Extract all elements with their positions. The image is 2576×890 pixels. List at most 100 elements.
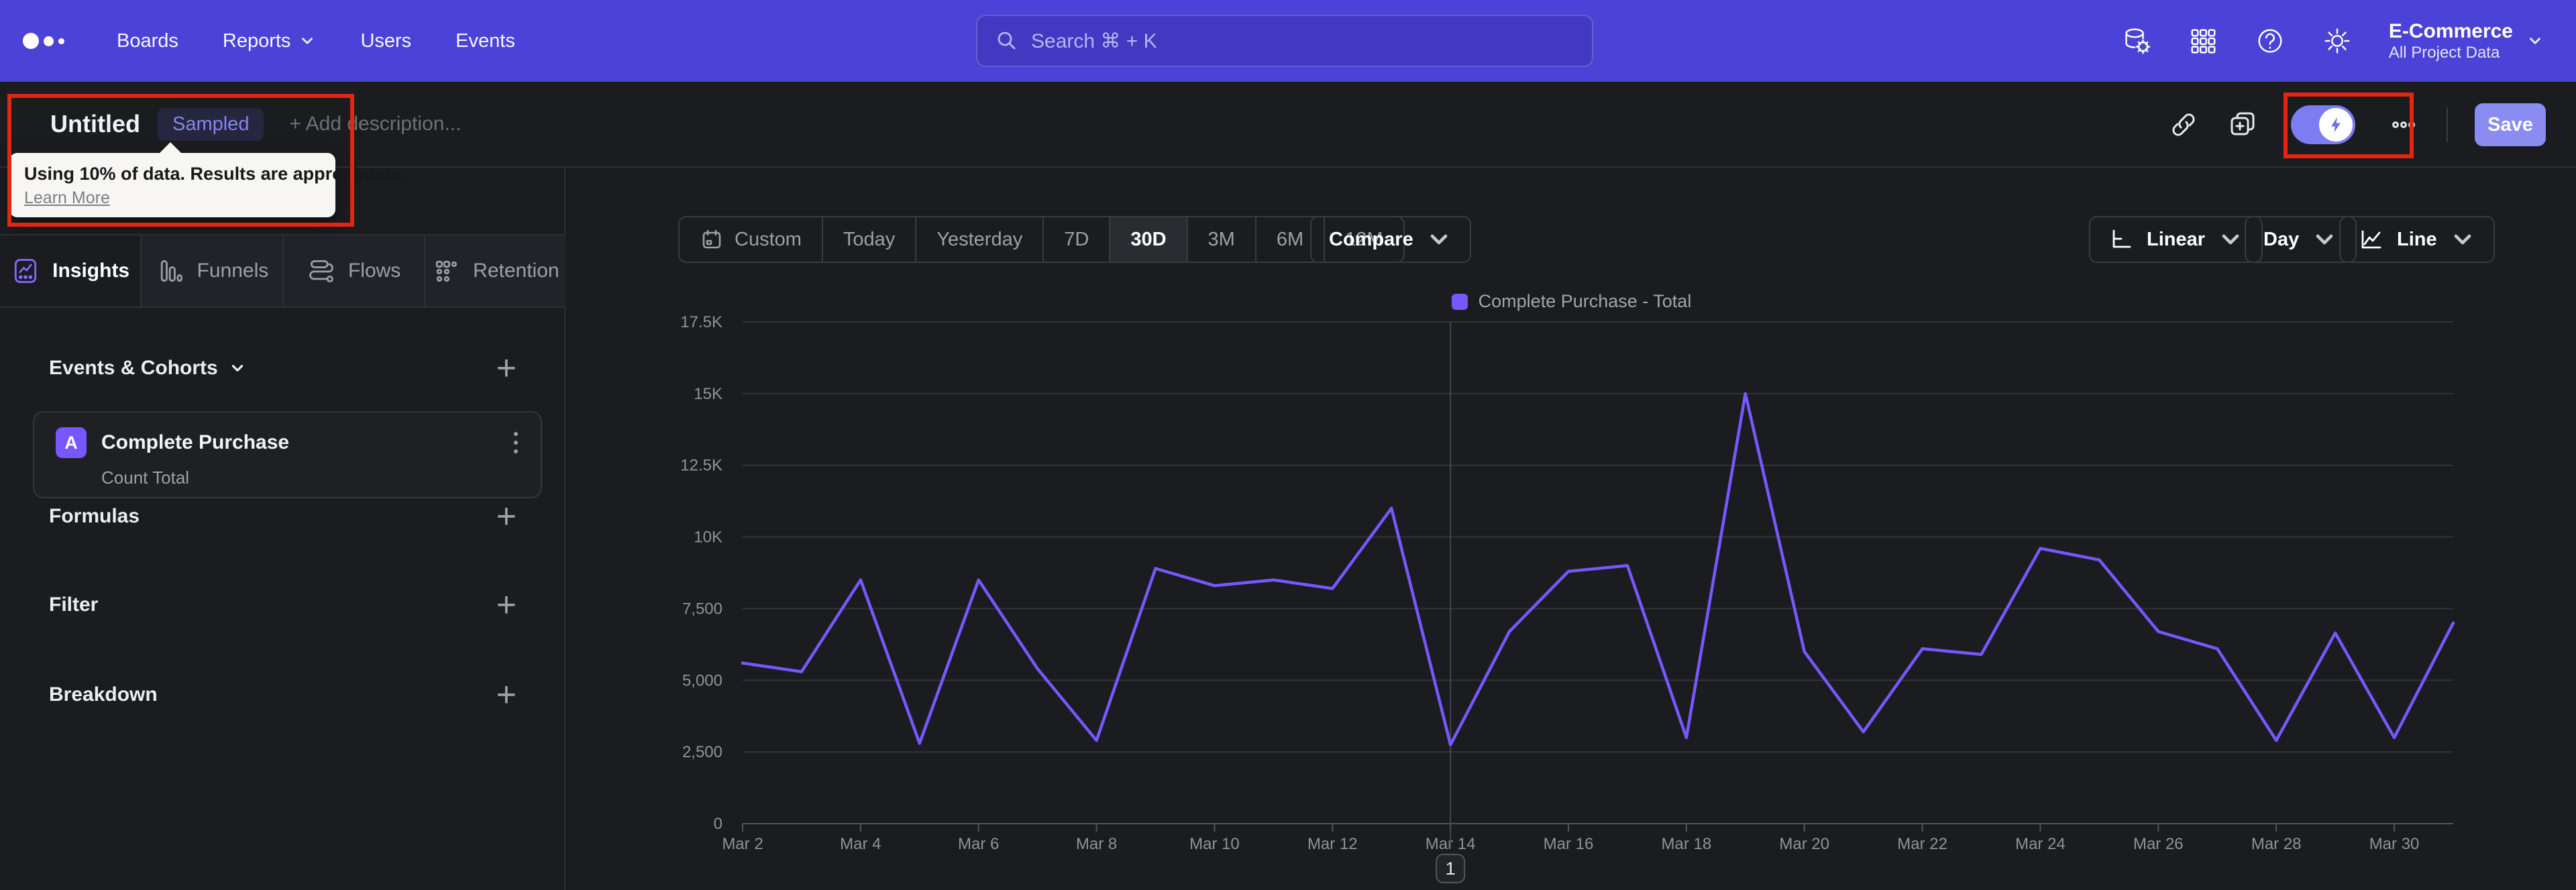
x-axis-label: Mar 16 xyxy=(1544,835,1594,853)
scale-label: Linear xyxy=(2147,228,2206,250)
event-name[interactable]: Complete Purchase xyxy=(101,431,495,454)
calendar-icon xyxy=(702,229,721,249)
tab-funnels[interactable]: Funnels xyxy=(142,235,284,307)
add-to-board-icon[interactable] xyxy=(2226,109,2259,141)
nav-item-events[interactable]: Events xyxy=(455,30,515,52)
sampled-badge[interactable]: Sampled xyxy=(157,107,264,141)
compare-label: Compare xyxy=(1329,228,1413,250)
range-label: Custom xyxy=(735,228,802,250)
sampling-tooltip-text: Using 10% of data. Results are approxima… xyxy=(24,164,406,184)
more-options-icon[interactable] xyxy=(2387,109,2420,141)
chart-type-dropdown[interactable]: Line xyxy=(2339,216,2495,263)
query-sidebar: Insights Funnels Flows Retention Events … xyxy=(0,168,566,890)
learn-more-link[interactable]: Learn More xyxy=(24,188,110,208)
event-letter-badge: A xyxy=(56,427,87,458)
chevron-down-icon xyxy=(2316,234,2333,245)
add-breakdown-button[interactable]: + xyxy=(496,677,517,712)
add-event-button[interactable]: + xyxy=(496,351,517,386)
interval-label: Day xyxy=(2263,228,2300,250)
event-menu-icon[interactable] xyxy=(510,428,522,457)
range-today[interactable]: Today xyxy=(823,217,917,262)
y-axis-label: 5,000 xyxy=(682,671,722,689)
x-axis-label: Mar 12 xyxy=(1307,835,1358,853)
sampling-toggle-knob xyxy=(2319,108,2353,142)
y-axis-label: 0 xyxy=(714,815,722,833)
tab-label: Insights xyxy=(52,260,130,282)
data-management-icon[interactable] xyxy=(2121,25,2151,56)
search-placeholder: Search ⌘ + K xyxy=(1031,30,1157,52)
report-type-tabs: Insights Funnels Flows Retention xyxy=(0,234,566,308)
flows-icon xyxy=(309,260,333,282)
events-cohorts-label[interactable]: Events & Cohorts xyxy=(49,357,218,380)
insights-icon xyxy=(15,259,37,283)
breakdown-label: Breakdown xyxy=(49,683,158,706)
y-axis-label: 15K xyxy=(694,385,722,403)
help-icon[interactable] xyxy=(2255,25,2286,56)
nav-item-label: Boards xyxy=(117,30,178,52)
project-name: E-Commerce xyxy=(2388,19,2513,42)
search-input[interactable]: Search ⌘ + K xyxy=(976,15,1593,67)
range-yesterday[interactable]: Yesterday xyxy=(916,217,1044,262)
range-label: Today xyxy=(843,228,896,250)
line-chart[interactable]: Complete Purchase - Total 0 2,500 5,000 7,5… xyxy=(567,282,2576,890)
nav-item-boards[interactable]: Boards xyxy=(117,30,178,52)
nav-item-users[interactable]: Users xyxy=(360,30,411,52)
app-window: Boards Reports Users Events Search ⌘ + K xyxy=(0,0,2576,890)
x-axis-label: Mar 8 xyxy=(1076,835,1117,853)
x-axis-label: Mar 18 xyxy=(1662,835,1712,853)
chevron-down-icon xyxy=(1430,234,1448,245)
report-title[interactable]: Untitled xyxy=(50,110,140,138)
tab-retention[interactable]: Retention xyxy=(425,235,566,307)
chevron-down-icon xyxy=(2530,38,2540,44)
report-title-bar: Untitled Sampled + Add description... Sa… xyxy=(0,82,2576,168)
x-axis-label: Mar 28 xyxy=(2251,835,2302,853)
save-button[interactable]: Save xyxy=(2475,103,2546,146)
events-cohorts-header: Events & Cohorts + xyxy=(0,351,566,386)
mixpanel-logo-icon[interactable] xyxy=(23,33,64,49)
formulas-label: Formulas xyxy=(49,505,140,527)
search-icon xyxy=(998,32,1016,50)
add-formula-button[interactable]: + xyxy=(496,499,517,534)
copy-link-icon[interactable] xyxy=(2167,109,2200,141)
chevron-down-icon xyxy=(231,365,243,372)
nav-right-group: E-Commerce All Project Data xyxy=(2121,0,2544,82)
y-axis-label: 2,500 xyxy=(682,743,722,761)
event-metric[interactable]: Count Total xyxy=(101,467,522,488)
sampling-tooltip: Using 10% of data. Results are approxima… xyxy=(9,142,406,217)
chart-panel: Custom Today Yesterday 7D 30D 3M 6M 12M … xyxy=(567,168,2576,890)
add-filter-button[interactable]: + xyxy=(496,588,517,622)
add-description[interactable]: + Add description... xyxy=(289,113,461,135)
linear-axis-icon xyxy=(2112,229,2131,248)
chart-plot-area[interactable]: 0 2,500 5,000 7,500 10K 12.5K 15K 17.5K Mar 2 Mar… xyxy=(567,282,2576,890)
project-switcher[interactable]: E-Commerce All Project Data xyxy=(2389,19,2544,63)
nav-item-label: Users xyxy=(360,30,412,52)
series-line[interactable] xyxy=(741,392,2455,746)
sampling-toggle[interactable] xyxy=(2291,105,2355,144)
range-label: 3M xyxy=(1208,228,1235,250)
nav-item-label: Reports xyxy=(222,30,291,52)
chevron-down-icon xyxy=(2222,234,2239,245)
filter-section: Filter + xyxy=(0,588,566,622)
compare-button[interactable]: Compare xyxy=(1310,216,1471,263)
event-card[interactable]: A Complete Purchase Count Total xyxy=(33,411,542,498)
nav-item-reports[interactable]: Reports xyxy=(223,30,317,52)
apps-grid-icon[interactable] xyxy=(2188,25,2218,56)
tab-insights[interactable]: Insights xyxy=(0,235,142,307)
chevron-down-icon xyxy=(302,38,313,44)
x-axis-label: Mar 26 xyxy=(2133,835,2184,853)
range-30d[interactable]: 30D xyxy=(1110,217,1188,262)
x-axis-label: Mar 6 xyxy=(958,835,999,853)
top-nav: Boards Reports Users Events Search ⌘ + K xyxy=(0,0,2576,82)
y-axis-label: 7,500 xyxy=(682,600,722,618)
x-axis-label: Mar 30 xyxy=(2369,835,2420,853)
x-axis-label: Mar 24 xyxy=(2015,835,2065,853)
formulas-section: Formulas + xyxy=(0,499,566,534)
tab-flows[interactable]: Flows xyxy=(283,235,425,307)
range-label: Yesterday xyxy=(936,228,1023,250)
range-7d[interactable]: 7D xyxy=(1044,217,1111,262)
settings-gear-icon[interactable] xyxy=(2322,25,2353,56)
range-custom[interactable]: Custom xyxy=(680,217,823,262)
x-axis-label: Mar 20 xyxy=(1779,835,1829,853)
scale-dropdown[interactable]: Linear xyxy=(2089,216,2263,263)
range-3m[interactable]: 3M xyxy=(1188,217,1256,262)
